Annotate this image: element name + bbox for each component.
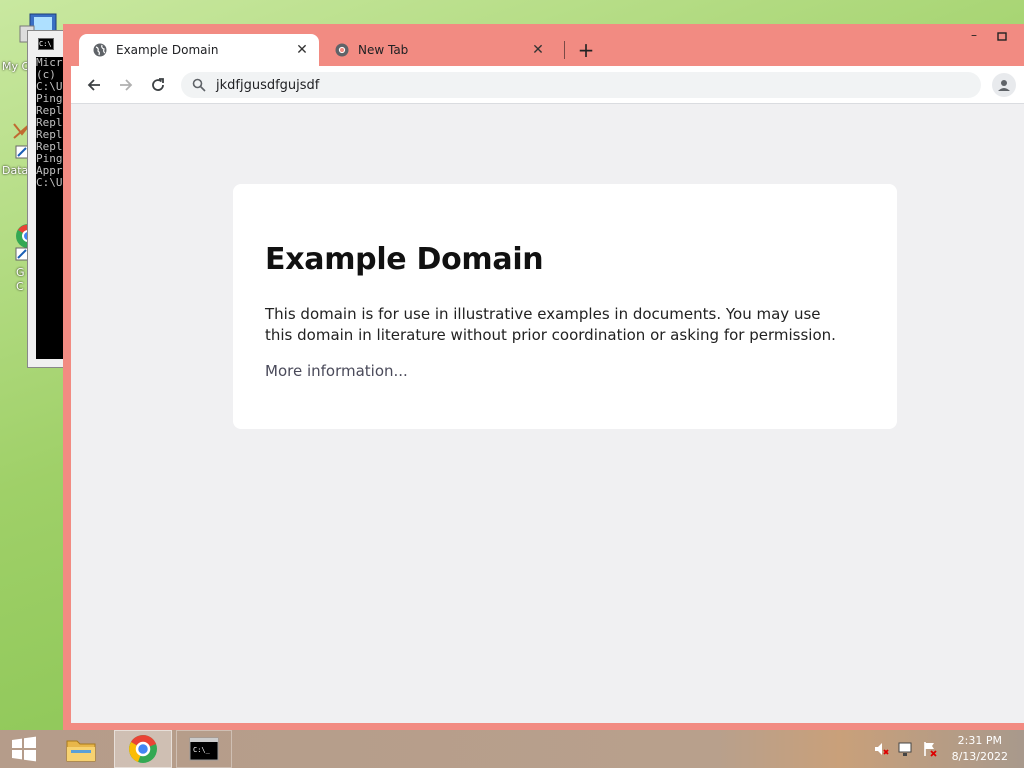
start-icon[interactable] [0, 730, 48, 768]
close-tab-icon[interactable]: ✕ [291, 42, 313, 58]
new-tab-button[interactable]: + [572, 36, 600, 64]
close-tab-icon[interactable]: ✕ [527, 42, 549, 58]
tab-title: Example Domain [116, 43, 219, 57]
chrome-taskbar-button[interactable] [114, 730, 172, 768]
tab-example-domain[interactable]: Example Domain ✕ [79, 34, 319, 66]
back-button[interactable] [81, 72, 107, 98]
page-heading: Example Domain [265, 242, 544, 277]
system-clock[interactable]: 2:31 PM 8/13/2022 [952, 733, 1008, 765]
address-text[interactable]: jkdfjgusdfgujsdf [216, 78, 319, 93]
forward-button[interactable] [113, 72, 139, 98]
clock-date: 8/13/2022 [951, 750, 1008, 763]
chrome-icon [335, 43, 349, 57]
more-information-link[interactable]: More information... [265, 362, 408, 380]
cmd-window[interactable]: C:\ Micr (c) C:\U Ping Repl Repl Repl Re… [27, 30, 68, 368]
cmd-icon: C:\ [38, 38, 54, 50]
action-center-icon[interactable] [922, 741, 938, 757]
svg-text:C:\_: C:\_ [193, 746, 211, 754]
desktop-icon-label-data: Data [2, 164, 29, 177]
browser-toolbar: jkdfjgusdfgujsdf [71, 66, 1024, 104]
tab-strip: Example Domain ✕ New Tab ✕ + [71, 34, 1024, 66]
globe-icon [93, 43, 107, 57]
search-icon [192, 78, 206, 92]
content-card: Example Domain This domain is for use in… [233, 184, 897, 429]
desktop-icon-label-chrome: GC [16, 266, 25, 293]
network-icon[interactable] [898, 741, 914, 757]
tab-title: New Tab [358, 43, 409, 57]
taskbar: C:\_ 2:31 PM 8/13/2022 [0, 730, 1024, 768]
browser-window[interactable]: – Example Domain ✕ New Tab ✕ + jkdfjgusd… [63, 24, 1024, 730]
clock-time: 2:31 PM [957, 734, 1002, 747]
desktop-icon-label-computer: My C [2, 60, 30, 73]
tab-separator [564, 41, 565, 59]
file-explorer-icon[interactable] [58, 730, 104, 768]
cmd-taskbar-button[interactable]: C:\_ [176, 730, 232, 768]
cmd-icon: C:\_ [189, 737, 219, 761]
reload-button[interactable] [145, 72, 171, 98]
page-viewport[interactable]: Example Domain This domain is for use in… [71, 104, 1024, 723]
volume-muted-icon[interactable] [873, 741, 889, 757]
chrome-icon [129, 735, 157, 763]
page-description: This domain is for use in illustrative e… [265, 305, 836, 344]
cmd-title-bar[interactable]: C:\ [28, 31, 66, 57]
tab-new-tab[interactable]: New Tab ✕ [321, 34, 555, 66]
profile-icon[interactable] [992, 73, 1016, 97]
address-bar[interactable]: jkdfjgusdfgujsdf [181, 72, 981, 98]
